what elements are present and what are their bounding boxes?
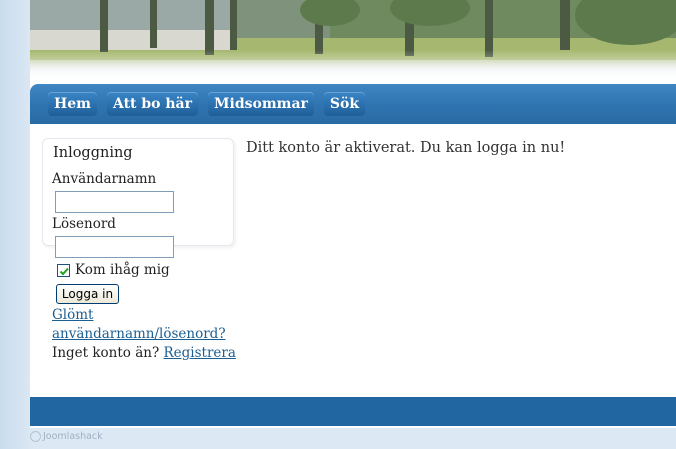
forgot-credentials-link-wrapper: Glömt användarnamn/lösenord?	[52, 306, 232, 344]
login-title: Inloggning	[53, 145, 133, 161]
remember-me-checkbox[interactable]	[57, 263, 70, 277]
remember-me-label: Kom ihåg mig	[75, 262, 170, 278]
password-label: Lösenord	[52, 216, 116, 232]
nav-item-hem[interactable]: Hem	[48, 92, 97, 116]
remember-me-row: Kom ihåg mig	[57, 262, 170, 278]
joomlashack-logo-icon	[30, 431, 41, 442]
password-field[interactable]	[55, 236, 174, 258]
checkmark-icon	[59, 267, 69, 275]
main-navigation: Hem Att bo här Midsommar Sök	[30, 84, 676, 124]
nav-item-att-bo-har[interactable]: Att bo här	[106, 92, 199, 116]
activation-message: Ditt konto är aktiverat. Du kan logga in…	[246, 140, 566, 156]
login-button[interactable]: Logga in	[56, 284, 119, 304]
left-background-strip	[0, 0, 30, 449]
nav-item-midsommar[interactable]: Midsommar	[208, 92, 314, 116]
footer-credit-text[interactable]: Joomlashack	[43, 431, 103, 442]
register-link[interactable]: Registrera	[164, 345, 236, 361]
username-field[interactable]	[55, 191, 174, 213]
footer-credit: Joomlashack	[30, 431, 103, 442]
forgot-credentials-link[interactable]: Glömt användarnamn/lösenord?	[52, 307, 226, 342]
no-account-text: Inget konto än?	[52, 345, 160, 361]
header-banner-image	[30, 0, 676, 82]
username-label: Användarnamn	[52, 171, 157, 187]
nav-item-sok[interactable]: Sök	[323, 92, 366, 116]
register-line: Inget konto än? Registrera	[52, 345, 236, 361]
footer-bar	[30, 397, 676, 426]
